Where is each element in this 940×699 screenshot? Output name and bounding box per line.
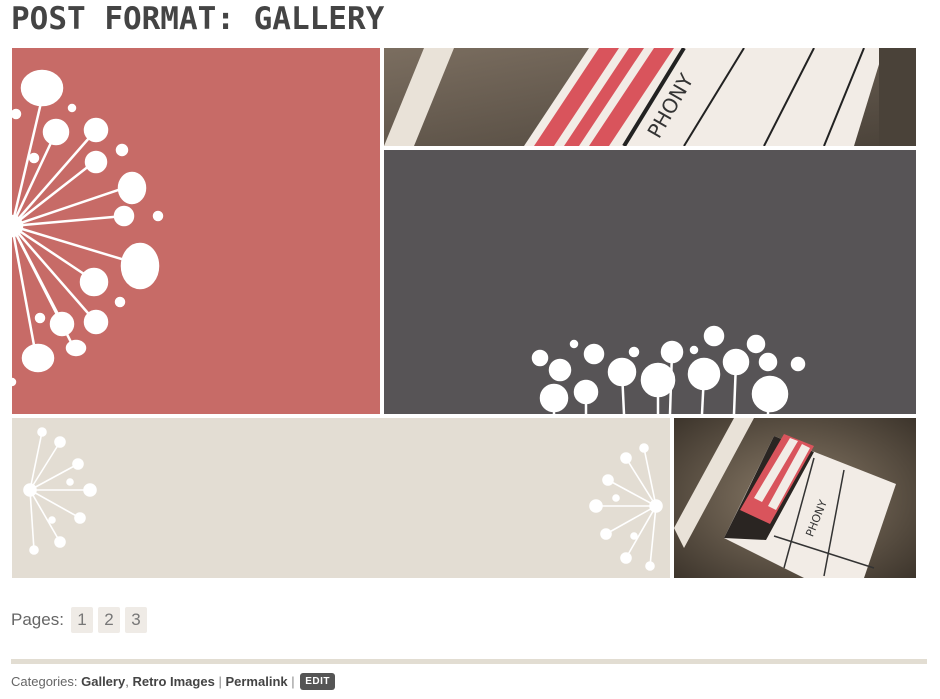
page-link-3[interactable]: 3 — [124, 607, 147, 633]
permalink[interactable]: Permalink — [225, 674, 287, 689]
clapperboard-photo: PHONY — [384, 48, 916, 146]
gallery-image-dandelions-paper[interactable] — [12, 418, 670, 578]
gallery-image-clapperboard-2[interactable]: PHONY — [674, 418, 916, 578]
categories-label: Categories: — [11, 673, 78, 689]
gallery-image-dandelions-gray[interactable] — [384, 150, 916, 414]
divider — [11, 659, 927, 664]
clapperboard-photo: PHONY — [674, 418, 916, 578]
dandelion-illustration — [12, 48, 380, 414]
page-link-1[interactable]: 1 — [70, 607, 93, 633]
post-title: POST FORMAT: GALLERY — [11, 1, 385, 37]
edit-button[interactable]: EDIT — [300, 672, 336, 690]
page-link-2[interactable]: 2 — [97, 607, 120, 633]
gallery-image-dandelion-red[interactable] — [12, 48, 380, 414]
category-link-gallery[interactable]: Gallery — [81, 674, 125, 689]
pages-label: Pages: — [11, 610, 64, 629]
pagination: Pages: 1 2 3 — [11, 606, 147, 634]
category-link-retro-images[interactable]: Retro Images — [132, 674, 214, 689]
gallery-image-clapperboard[interactable]: PHONY — [384, 48, 916, 146]
post-meta: Categories: Gallery , Retro Images | Per… — [11, 671, 336, 691]
dandelion-flowers-illustration — [384, 150, 916, 414]
paper-dandelions-illustration — [12, 418, 670, 578]
